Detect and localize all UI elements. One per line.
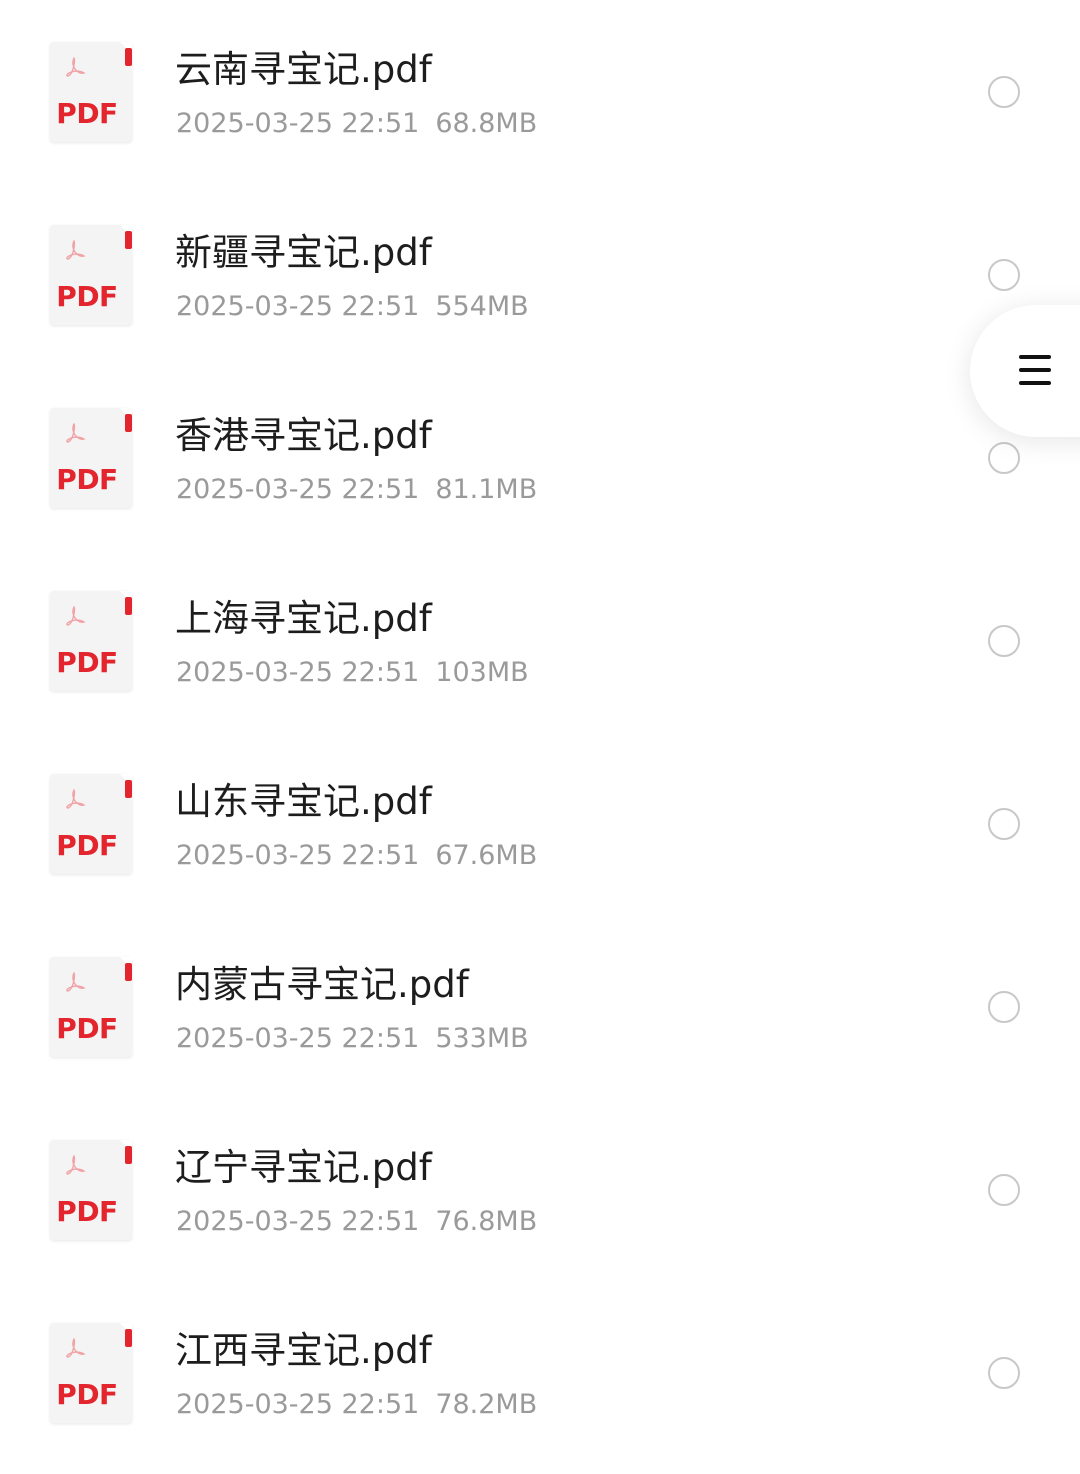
file-name: 山东寻宝记.pdf (175, 780, 432, 823)
file-size: 76.8MB (435, 1206, 538, 1237)
pdf-label: PDF (56, 646, 118, 679)
acrobat-icon (66, 605, 86, 626)
file-datetime: 2025-03-25 22:51 (176, 1389, 420, 1420)
acrobat-icon (66, 1154, 86, 1175)
select-radio-icon[interactable] (988, 991, 1020, 1023)
pdf-file-icon: PDF (50, 408, 132, 508)
select-radio-icon[interactable] (988, 442, 1020, 474)
file-meta: 2025-03-25 22:51 554MB (176, 287, 529, 327)
acrobat-icon (66, 56, 86, 77)
file-name: 上海寻宝记.pdf (175, 597, 432, 640)
select-radio-icon[interactable] (988, 1357, 1020, 1389)
pdf-file-icon: PDF (50, 591, 132, 691)
file-meta: 2025-03-25 22:51 67.6MB (176, 836, 537, 876)
acrobat-icon (66, 788, 86, 809)
pdf-label: PDF (56, 280, 118, 313)
file-name: 内蒙古寻宝记.pdf (175, 963, 469, 1006)
file-meta: 2025-03-25 22:51 103MB (176, 653, 529, 693)
pdf-label: PDF (56, 1378, 118, 1411)
file-row[interactable]: PDF 辽宁寻宝记.pdf 2025-03-25 22:51 76.8MB (0, 1098, 1080, 1280)
pdf-label: PDF (56, 829, 118, 862)
file-row[interactable]: PDF 山东寻宝记.pdf 2025-03-25 22:51 67.6MB (0, 732, 1080, 914)
select-radio-icon[interactable] (988, 1174, 1020, 1206)
file-row[interactable]: PDF 上海寻宝记.pdf 2025-03-25 22:51 103MB (0, 549, 1080, 731)
file-datetime: 2025-03-25 22:51 (176, 657, 420, 688)
acrobat-icon (66, 422, 86, 443)
file-name: 新疆寻宝记.pdf (175, 231, 432, 274)
file-size: 554MB (435, 291, 529, 322)
hamburger-menu-icon (1019, 355, 1051, 385)
file-meta: 2025-03-25 22:51 76.8MB (176, 1202, 537, 1242)
file-row[interactable]: PDF 新疆寻宝记.pdf 2025-03-25 22:51 554MB (0, 183, 1080, 365)
file-row[interactable]: PDF 江西寻宝记.pdf 2025-03-25 22:51 78.2MB (0, 1281, 1080, 1463)
acrobat-icon (66, 1337, 86, 1358)
file-meta: 2025-03-25 22:51 68.8MB (176, 104, 537, 144)
file-size: 68.8MB (435, 108, 538, 139)
acrobat-icon (66, 971, 86, 992)
pdf-file-icon: PDF (50, 225, 132, 325)
file-meta: 2025-03-25 22:51 78.2MB (176, 1385, 537, 1425)
select-radio-icon[interactable] (988, 808, 1020, 840)
pdf-file-icon: PDF (50, 1140, 132, 1240)
file-name: 香港寻宝记.pdf (175, 414, 432, 457)
file-size: 81.1MB (435, 474, 538, 505)
pdf-file-icon: PDF (50, 957, 132, 1057)
file-datetime: 2025-03-25 22:51 (176, 108, 420, 139)
file-size: 78.2MB (435, 1389, 538, 1420)
file-size: 533MB (435, 1023, 529, 1054)
acrobat-icon (66, 239, 86, 260)
file-datetime: 2025-03-25 22:51 (176, 291, 420, 322)
file-row[interactable]: PDF 内蒙古寻宝记.pdf 2025-03-25 22:51 533MB (0, 915, 1080, 1097)
pdf-file-icon: PDF (50, 774, 132, 874)
file-meta: 2025-03-25 22:51 533MB (176, 1019, 529, 1059)
select-radio-icon[interactable] (988, 76, 1020, 108)
pdf-file-icon: PDF (50, 1323, 132, 1423)
pdf-label: PDF (56, 97, 118, 130)
file-meta: 2025-03-25 22:51 81.1MB (176, 470, 537, 510)
file-name: 云南寻宝记.pdf (175, 48, 432, 91)
file-datetime: 2025-03-25 22:51 (176, 474, 420, 505)
file-row[interactable]: PDF 云南寻宝记.pdf 2025-03-25 22:51 68.8MB (0, 0, 1080, 182)
file-size: 103MB (435, 657, 529, 688)
file-datetime: 2025-03-25 22:51 (176, 1023, 420, 1054)
pdf-label: PDF (56, 463, 118, 496)
file-name: 江西寻宝记.pdf (175, 1329, 432, 1372)
file-list: PDF 云南寻宝记.pdf 2025-03-25 22:51 68.8MB PDF… (0, 0, 1080, 1474)
pdf-label: PDF (56, 1195, 118, 1228)
file-name: 辽宁寻宝记.pdf (175, 1146, 432, 1189)
select-radio-icon[interactable] (988, 259, 1020, 291)
pdf-file-icon: PDF (50, 42, 132, 142)
select-radio-icon[interactable] (988, 625, 1020, 657)
file-datetime: 2025-03-25 22:51 (176, 1206, 420, 1237)
pdf-label: PDF (56, 1012, 118, 1045)
file-datetime: 2025-03-25 22:51 (176, 840, 420, 871)
file-size: 67.6MB (435, 840, 538, 871)
file-row[interactable]: PDF 香港寻宝记.pdf 2025-03-25 22:51 81.1MB (0, 366, 1080, 548)
